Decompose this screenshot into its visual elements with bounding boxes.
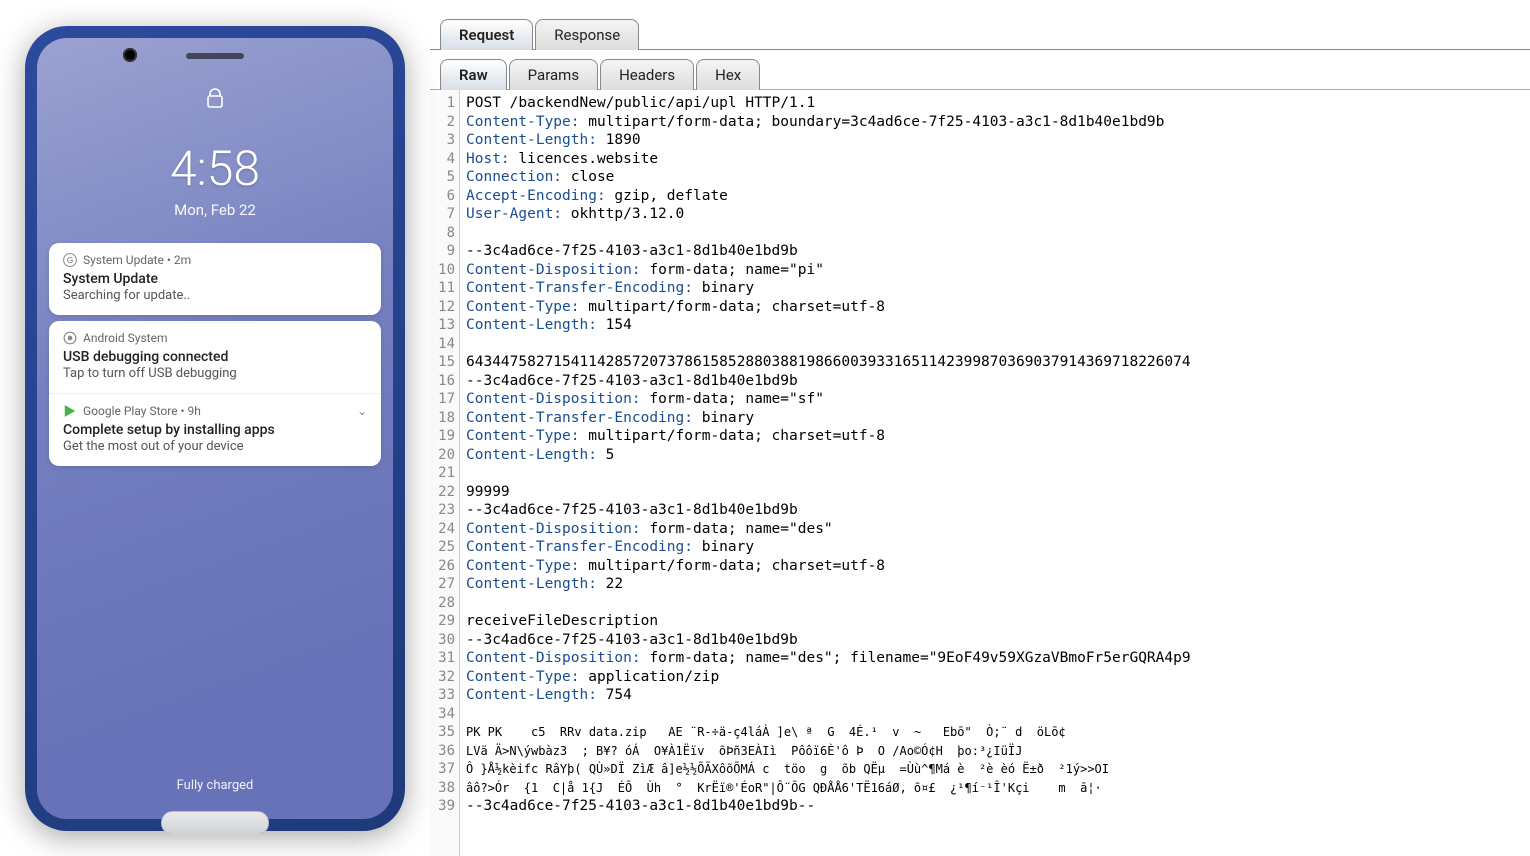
raw-line [466, 705, 1524, 724]
raw-line: 6434475827154114285720737861585288038819… [466, 353, 1524, 372]
tab-hex[interactable]: Hex [696, 59, 760, 90]
raw-request-content[interactable]: POST /backendNew/public/api/upl HTTP/1.1… [460, 90, 1530, 856]
svg-text:G: G [67, 255, 73, 264]
raw-line [466, 464, 1524, 483]
http-proxy-panel: Request Response Raw Params Headers Hex … [430, 0, 1530, 856]
lockscreen-time: 4:58 [37, 140, 393, 197]
raw-line: Connection: close [466, 168, 1524, 187]
notification-appline: Android System [83, 331, 168, 345]
raw-line: 99999 [466, 483, 1524, 502]
raw-line: POST /backendNew/public/api/upl HTTP/1.1 [466, 94, 1524, 113]
raw-line: âô?>Ór {1 C|å 1{J ÉÕ Ùh ° KrËï®'ÉoR"|Ô¨Õ… [466, 779, 1524, 798]
raw-line: Accept-Encoding: gzip, deflate [466, 187, 1524, 206]
notification-title: System Update [63, 271, 367, 287]
notification-appline: System Update • 2m [83, 253, 191, 267]
raw-line: LVä Ä>N\ýwbàz3 ; B¥? óÁ O¥À1Ëïv õÞñ3EÀIì… [466, 742, 1524, 761]
raw-line: Content-Disposition: form-data; name="de… [466, 520, 1524, 539]
google-g-icon: G [63, 253, 77, 267]
notification-title: USB debugging connected [63, 349, 367, 365]
raw-line: Content-Type: multipart/form-data; chars… [466, 557, 1524, 576]
raw-line: User-Agent: okhttp/3.12.0 [466, 205, 1524, 224]
tab-params[interactable]: Params [509, 59, 598, 90]
raw-line [466, 594, 1524, 613]
phone-screen: 4:58 Mon, Feb 22 G System Update • 2m Sy… [37, 38, 393, 819]
raw-line: Content-Disposition: form-data; name="pi… [466, 261, 1524, 280]
notification-title: Complete setup by installing apps [63, 422, 367, 438]
tab-raw[interactable]: Raw [440, 59, 507, 90]
phone-frame: 4:58 Mon, Feb 22 G System Update • 2m Sy… [25, 26, 405, 831]
notification-subtitle: Searching for update.. [63, 288, 367, 303]
lockscreen-header: 4:58 Mon, Feb 22 [37, 74, 393, 243]
raw-line: Content-Disposition: form-data; name="de… [466, 649, 1524, 668]
raw-line: Content-Transfer-Encoding: binary [466, 409, 1524, 428]
sub-tab-row: Raw Params Headers Hex [430, 58, 1530, 90]
raw-line [466, 224, 1524, 243]
raw-line [466, 335, 1524, 354]
speaker-grill-icon [186, 53, 244, 59]
raw-line: Ô }Å½kèifc RâYþ( QÙ»DÏ ZìÆ â]e½½ÕÃXôõÕMÁ… [466, 760, 1524, 779]
raw-line: Content-Length: 154 [466, 316, 1524, 335]
raw-line: Content-Type: application/zip [466, 668, 1524, 687]
phone-top-bar [37, 38, 393, 74]
lockscreen-footer: Fully charged [177, 778, 254, 793]
raw-request-pane[interactable]: 1234567891011121314151617181920212223242… [430, 89, 1530, 856]
tab-headers[interactable]: Headers [600, 59, 694, 90]
raw-line: --3c4ad6ce-7f25-4103-a3c1-8d1b40e1bd9b [466, 631, 1524, 650]
raw-line: --3c4ad6ce-7f25-4103-a3c1-8d1b40e1bd9b [466, 372, 1524, 391]
raw-line: PK PK c5 RRv data.zip AE ¨R-÷ä-ç4láÀ ]e\… [466, 723, 1524, 742]
raw-line: --3c4ad6ce-7f25-4103-a3c1-8d1b40e1bd9b [466, 242, 1524, 261]
raw-line: --3c4ad6ce-7f25-4103-a3c1-8d1b40e1bd9b-- [466, 797, 1524, 816]
raw-line: Content-Type: multipart/form-data; bound… [466, 113, 1524, 132]
notification-subtitle: Tap to turn off USB debugging [63, 366, 367, 381]
main-tab-row: Request Response [430, 18, 1530, 50]
chevron-down-icon[interactable]: ⌄ [357, 404, 367, 418]
notification-card[interactable]: G System Update • 2m System Update Searc… [49, 243, 381, 315]
raw-line: Content-Disposition: form-data; name="sf… [466, 390, 1524, 409]
tab-request[interactable]: Request [440, 19, 533, 50]
raw-line: --3c4ad6ce-7f25-4103-a3c1-8d1b40e1bd9b [466, 501, 1524, 520]
home-button[interactable] [161, 811, 269, 835]
raw-line: Content-Length: 754 [466, 686, 1524, 705]
android-icon [63, 331, 77, 345]
raw-line: Content-Length: 22 [466, 575, 1524, 594]
notification-appline: Google Play Store • 9h [83, 404, 201, 418]
play-store-icon [63, 404, 77, 418]
raw-line: Content-Length: 1890 [466, 131, 1524, 150]
raw-line: Content-Type: multipart/form-data; chars… [466, 427, 1524, 446]
raw-line: Content-Transfer-Encoding: binary [466, 538, 1524, 557]
raw-line: Content-Type: multipart/form-data; chars… [466, 298, 1524, 317]
raw-line: Content-Length: 5 [466, 446, 1524, 465]
notification-subtitle: Get the most out of your device [63, 439, 367, 454]
line-number-gutter: 1234567891011121314151617181920212223242… [430, 90, 460, 856]
raw-line: Content-Transfer-Encoding: binary [466, 279, 1524, 298]
camera-dot-icon [123, 48, 137, 62]
phone-mockup-area: 4:58 Mon, Feb 22 G System Update • 2m Sy… [0, 0, 430, 856]
notification-card[interactable]: Android System USB debugging connected T… [49, 321, 381, 466]
tab-response[interactable]: Response [535, 19, 639, 50]
lock-icon [206, 88, 224, 108]
raw-line: receiveFileDescription [466, 612, 1524, 631]
raw-line: Host: licences.website [466, 150, 1524, 169]
lockscreen-date: Mon, Feb 22 [37, 201, 393, 219]
